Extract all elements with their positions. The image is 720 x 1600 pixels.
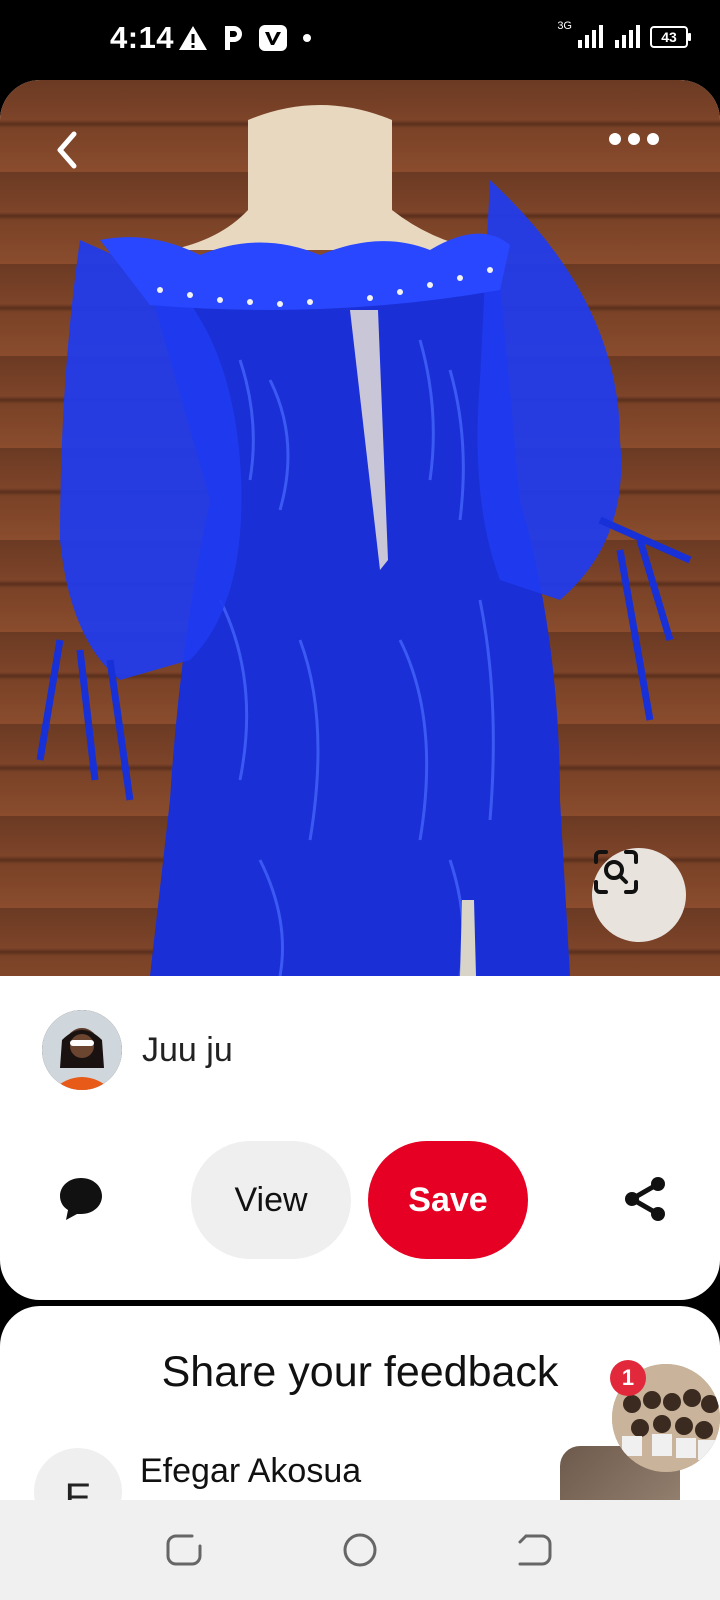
warning-icon xyxy=(179,26,207,50)
commenter-name[interactable]: Efegar Akosua xyxy=(140,1452,361,1491)
system-nav-bar xyxy=(0,1500,720,1600)
notification-badge: 1 xyxy=(610,1360,646,1396)
share-icon xyxy=(625,1177,665,1221)
battery-icon: 43 xyxy=(650,26,691,48)
creator-row[interactable]: Juu ju xyxy=(42,1010,233,1090)
more-options-button[interactable] xyxy=(608,132,668,172)
home-circle-icon xyxy=(343,1533,377,1567)
status-notification-icons xyxy=(178,24,312,52)
status-system-icons: 3G 43 xyxy=(557,20,691,48)
app-p-icon xyxy=(225,26,242,50)
view-button[interactable]: View xyxy=(191,1141,351,1259)
comment-icon xyxy=(60,1178,102,1220)
creator-name[interactable]: Juu ju xyxy=(142,1031,233,1070)
app-v-icon xyxy=(259,25,287,51)
back-button[interactable] xyxy=(52,130,100,178)
comment-button[interactable] xyxy=(56,1174,106,1224)
signal-icon xyxy=(578,22,603,48)
dot-icon xyxy=(303,34,311,42)
signal-icon-2 xyxy=(615,22,640,48)
recent-apps-button[interactable] xyxy=(162,1528,206,1572)
lens-search-icon xyxy=(594,850,638,894)
share-button[interactable] xyxy=(620,1174,670,1224)
pin-action-bar: View Save xyxy=(0,1140,720,1260)
back-nav-icon xyxy=(518,1534,552,1566)
network-type-label: 3G xyxy=(557,20,572,32)
creator-avatar[interactable] xyxy=(42,1010,122,1090)
save-button[interactable]: Save xyxy=(368,1141,528,1259)
visual-search-button[interactable] xyxy=(592,848,686,942)
home-button[interactable] xyxy=(338,1528,382,1572)
more-horizontal-icon xyxy=(609,133,659,145)
pin-image[interactable] xyxy=(0,80,720,976)
pin-card: Juu ju View Save xyxy=(0,80,720,1300)
back-nav-button[interactable] xyxy=(512,1528,556,1572)
recent-apps-icon xyxy=(166,1534,202,1566)
battery-level: 43 xyxy=(661,29,677,45)
chevron-left-icon xyxy=(57,131,77,169)
status-bar: 4:14 3G 43 xyxy=(0,0,720,80)
status-time: 4:14 xyxy=(110,20,175,55)
